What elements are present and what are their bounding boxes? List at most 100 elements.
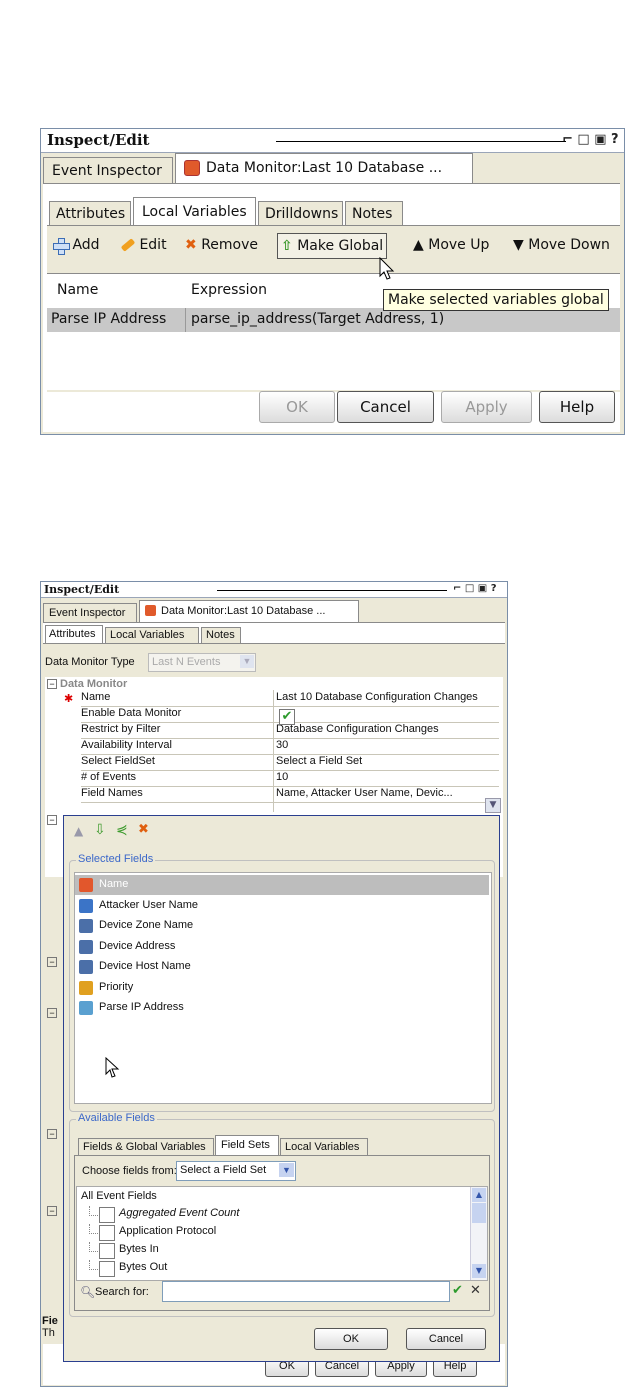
move-down-icon[interactable]: ⇩ (94, 822, 106, 838)
selected-field-label: Name (99, 878, 129, 890)
bottom-tab-data-monitor[interactable]: Data Monitor:Last 10 Database ... (139, 600, 359, 623)
table-row[interactable]: Parse IP Address parse_ip_address(Target… (47, 308, 620, 332)
remove-icon[interactable]: ✖ (138, 822, 149, 837)
collapse-icon[interactable]: − (47, 1129, 57, 1139)
tree-scrollbar[interactable]: ▲ ▼ (470, 1187, 487, 1280)
scroll-down-icon[interactable]: ▼ (472, 1264, 486, 1278)
collapse-icon[interactable]: − (47, 679, 57, 689)
bottom-subtab-notes-label: Notes (206, 629, 235, 641)
bottom-tab-event-inspector-label: Event Inspector (49, 607, 126, 619)
avail-tab-local-variables[interactable]: Local Variables (280, 1138, 368, 1156)
apply-button[interactable]: Apply (441, 391, 532, 423)
bottom-tab-data-monitor-label: Data Monitor:Last 10 Database ... (161, 605, 326, 617)
bottom-title-line (217, 590, 447, 591)
property-value[interactable]: 10 (276, 771, 501, 783)
avail-tab-local-variables-label: Local Variables (285, 1141, 360, 1153)
edit-button[interactable]: Edit (120, 237, 167, 253)
field-names-dropdown-button[interactable]: ▼ (485, 798, 501, 813)
choose-fields-select[interactable]: Select a Field Set ▼ (176, 1161, 296, 1181)
make-global-button[interactable]: ⇧ Make Global (277, 233, 388, 259)
enable-data-monitor-checkbox[interactable]: ✔ (279, 709, 295, 725)
selected-field-item[interactable]: Attacker User Name (75, 896, 489, 916)
column-header-name[interactable]: Name (57, 282, 98, 298)
collapse-icon[interactable]: − (47, 1008, 57, 1018)
property-value[interactable]: Select a Field Set (276, 755, 501, 767)
dropdown-arrow-icon: ▼ (240, 655, 254, 668)
move-down-label: Move Down (528, 237, 610, 253)
property-value[interactable]: Name, Attacker User Name, Devic... (276, 787, 481, 799)
data-monitor-type-value: Last N Events (152, 656, 221, 668)
bottom-subtab-attributes[interactable]: Attributes (45, 625, 103, 644)
subtab-local-variables[interactable]: Local Variables (133, 197, 256, 226)
property-label: # of Events (81, 771, 137, 783)
property-value[interactable]: Database Configuration Changes (276, 723, 501, 735)
cancel-button[interactable]: Cancel (337, 391, 434, 423)
property-label: Field Names (81, 787, 143, 799)
bottom-subtab-local-variables[interactable]: Local Variables (105, 627, 199, 644)
collapse-icon[interactable]: − (47, 1206, 57, 1216)
cancel-label: Cancel (360, 398, 411, 416)
data-monitor-type-select[interactable]: Last N Events ▼ (148, 653, 256, 672)
bottom-window-title: Inspect/Edit (44, 583, 120, 596)
bottom-window-controls[interactable]: ⌐ □ ▣ ? (453, 583, 497, 594)
collapse-icon[interactable]: − (47, 815, 57, 825)
move-up-icon[interactable]: ▲ (74, 824, 83, 838)
choose-fields-label: Choose fields from: (82, 1165, 177, 1177)
field-checkbox[interactable] (99, 1261, 115, 1277)
collapse-icon[interactable]: − (47, 957, 57, 967)
field-checkbox[interactable] (99, 1225, 115, 1241)
selected-field-item[interactable]: Priority (75, 978, 489, 998)
selected-field-item[interactable]: Parse IP Address (75, 998, 489, 1018)
move-down-button[interactable]: ▼ Move Down (513, 237, 621, 253)
share-icon[interactable]: ⋞ (116, 822, 128, 838)
help-button[interactable]: Help (539, 391, 615, 423)
dropdown-arrow-icon: ▼ (279, 1163, 294, 1177)
selected-field-item[interactable]: Name (75, 875, 489, 895)
tree-item-label: Application Protocol (119, 1225, 217, 1237)
avail-tab-field-sets-label: Field Sets (221, 1139, 270, 1151)
subtab-attributes[interactable]: Attributes (49, 201, 131, 226)
avail-tab-field-sets[interactable]: Field Sets (215, 1135, 279, 1156)
bottom-subtab-notes[interactable]: Notes (201, 627, 241, 644)
popup-ok-button[interactable]: OK (314, 1328, 388, 1350)
top-titlebar: Inspect/Edit ⌐ □ ▣ ? (41, 129, 624, 153)
move-up-button[interactable]: ▲ Move Up (413, 237, 489, 253)
property-label: Select FieldSet (81, 755, 155, 767)
field-checkbox[interactable] (99, 1243, 115, 1259)
check-icon[interactable]: ✔ (452, 1283, 463, 1298)
ok-button[interactable]: OK (259, 391, 335, 423)
scroll-thumb[interactable] (472, 1203, 486, 1223)
remove-button[interactable]: ✖ Remove (185, 237, 258, 253)
row-expression: parse_ip_address(Target Address, 1) (191, 311, 445, 327)
property-value[interactable]: Last 10 Database Configuration Changes (276, 691, 501, 703)
search-input[interactable] (162, 1281, 450, 1302)
selected-field-item[interactable]: Device Address (75, 937, 489, 957)
tab-data-monitor[interactable]: Data Monitor:Last 10 Database ... (175, 153, 473, 184)
property-label: Enable Data Monitor (81, 707, 182, 719)
subtab-notes[interactable]: Notes (345, 201, 403, 226)
top-window-controls[interactable]: ⌐ □ ▣ ? (562, 132, 619, 147)
selected-field-item[interactable]: Device Zone Name (75, 916, 489, 936)
property-value[interactable]: 30 (276, 739, 501, 751)
popup-cancel-button[interactable]: Cancel (406, 1328, 486, 1350)
scroll-up-icon[interactable]: ▲ (472, 1188, 486, 1202)
tree-root[interactable]: All Event Fields (81, 1190, 157, 1202)
property-row-divider (81, 802, 499, 803)
mouse-cursor-icon (379, 257, 395, 280)
add-button[interactable]: Add (53, 237, 100, 255)
clear-icon[interactable]: ✕ (470, 1283, 481, 1298)
add-label: Add (72, 237, 100, 253)
field-checkbox[interactable] (99, 1207, 115, 1223)
tree-connector (89, 1242, 98, 1252)
bottom-titlebar: Inspect/Edit ⌐ □ ▣ ? (41, 582, 507, 598)
tab-event-inspector-label: Event Inspector (52, 163, 162, 179)
selected-field-item[interactable]: Device Host Name (75, 957, 489, 977)
column-header-expression[interactable]: Expression (191, 282, 267, 298)
avail-tab-fields-global-label: Fields & Global Variables (83, 1141, 206, 1153)
subtab-drilldowns[interactable]: Drilldowns (258, 201, 343, 226)
bottom-tab-event-inspector[interactable]: Event Inspector (43, 603, 137, 623)
data-monitor-icon (184, 160, 200, 176)
tab-event-inspector[interactable]: Event Inspector (43, 157, 173, 184)
device-field-icon (79, 919, 93, 933)
avail-tab-fields-global[interactable]: Fields & Global Variables (78, 1138, 214, 1156)
